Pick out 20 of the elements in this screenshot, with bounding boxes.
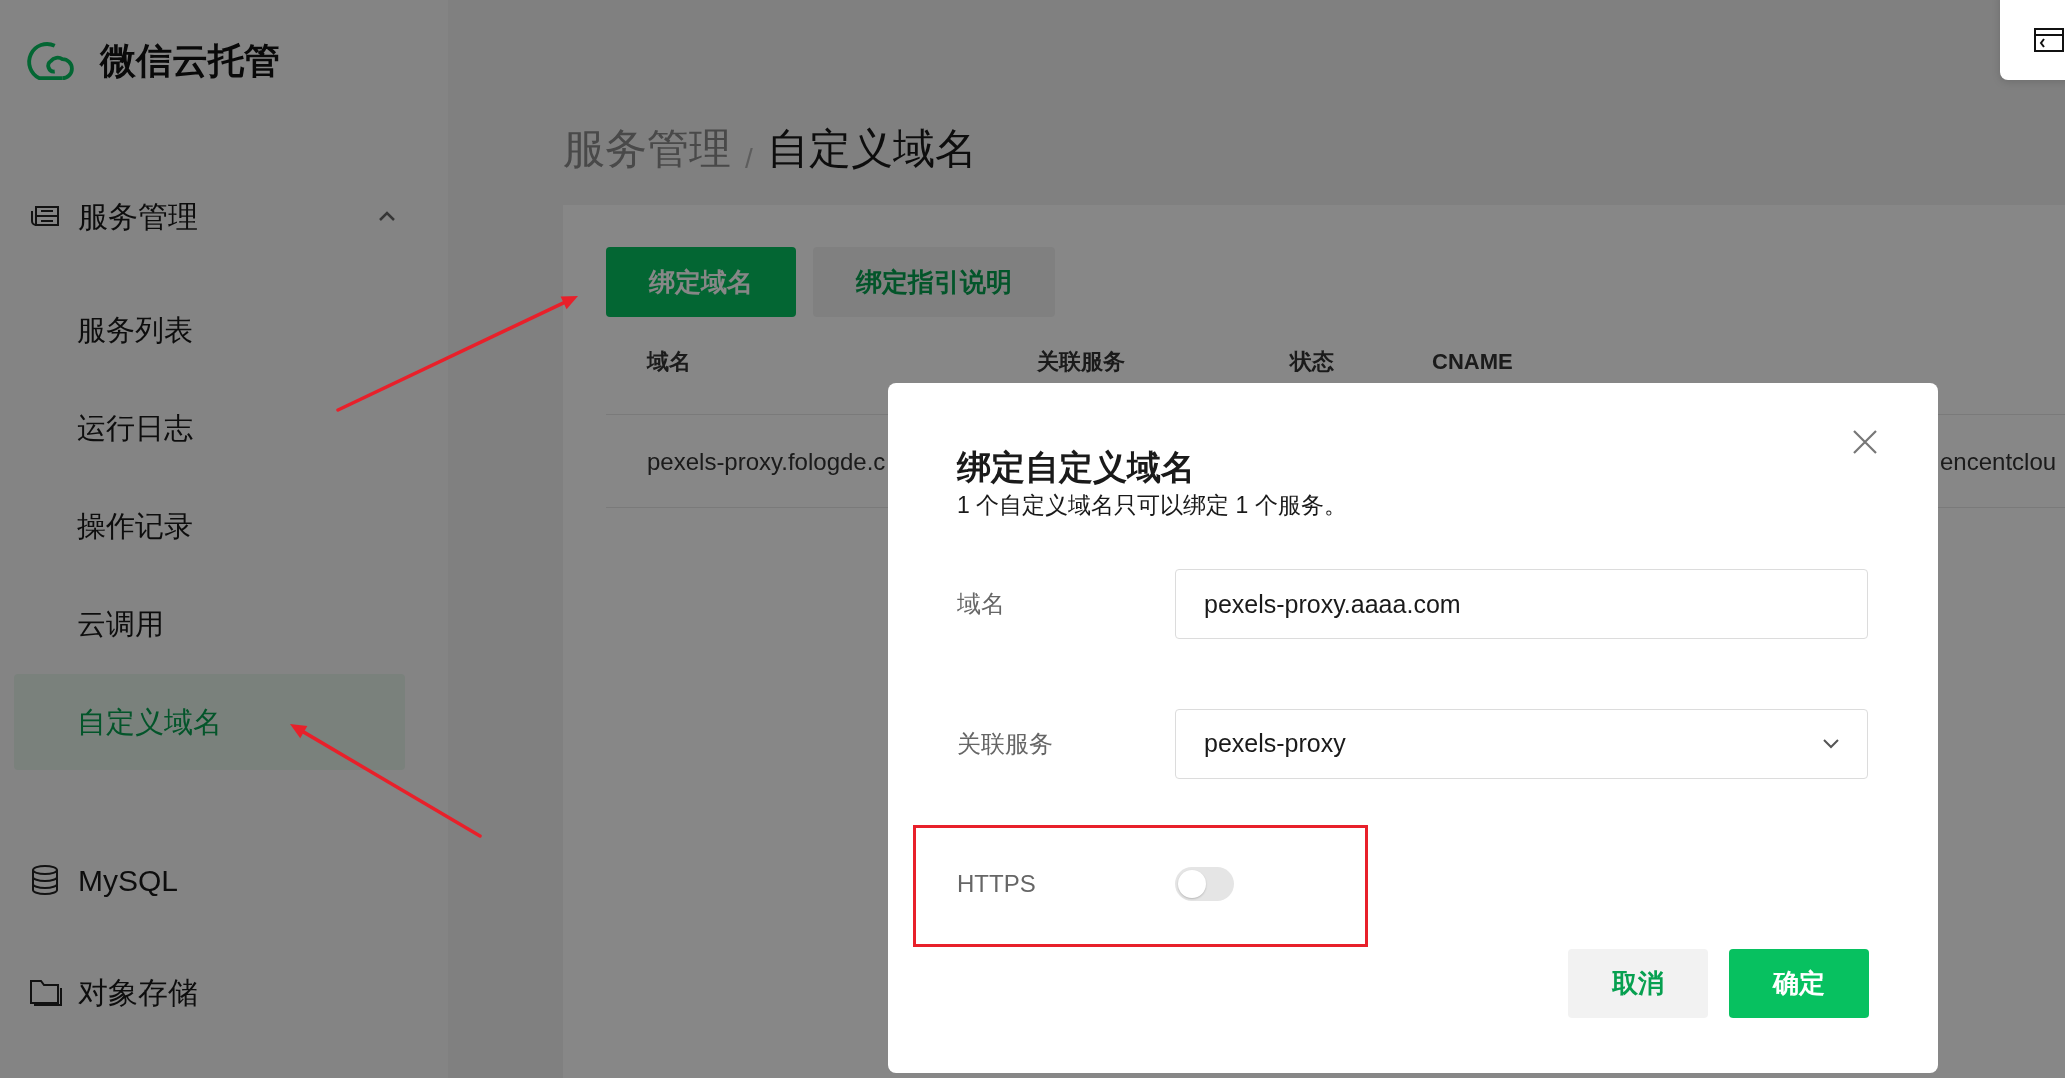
page-title: 自定义域名 — [766, 128, 977, 170]
field-label: 关联服务 — [957, 729, 1054, 760]
field-label: 域名 — [957, 589, 1006, 620]
sidebar-group[interactable]: 服务管理 — [0, 186, 448, 246]
app-title: 微信云托管 — [100, 39, 280, 83]
sidebar-group[interactable]: MySQL — [0, 850, 448, 910]
chevron-down-icon — [1823, 739, 1839, 750]
sidebar-item[interactable]: 运行日志 — [14, 380, 405, 476]
collapse-panel-icon — [2034, 28, 2064, 52]
sidebar-item[interactable]: 服务列表 — [14, 282, 405, 378]
service-select[interactable]: pexels-proxy — [1175, 709, 1868, 780]
sidebar-item[interactable]: 操作记录 — [14, 478, 405, 574]
breadcrumb-separator: / — [745, 142, 753, 176]
panel-toggle-button[interactable] — [2000, 0, 2065, 80]
sidebar-group[interactable]: 对象存储 — [0, 962, 448, 1022]
sidebar-item[interactable]: 云调用 — [14, 576, 405, 672]
cancel-button[interactable]: 取消 — [1568, 949, 1708, 1019]
field-label: HTTPS — [957, 869, 1037, 900]
https-toggle[interactable] — [1175, 867, 1234, 902]
domain-input[interactable]: pexels-proxy.aaaa.com — [1175, 569, 1868, 640]
